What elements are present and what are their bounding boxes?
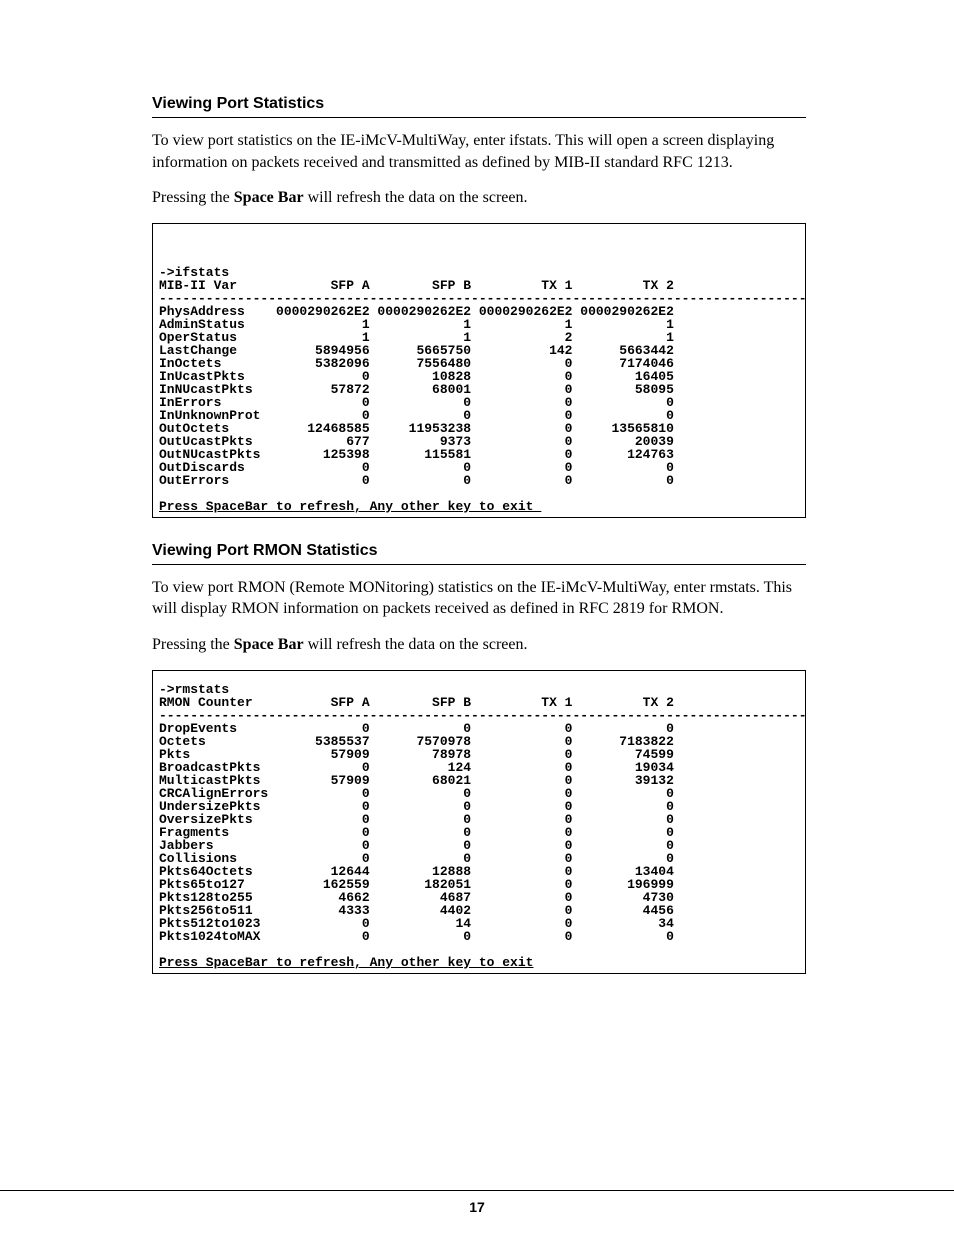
text: Pressing the	[152, 636, 234, 653]
section1-paragraph1: To view port statistics on the IE-iMcV-M…	[152, 130, 806, 173]
section1-paragraph2: Pressing the Space Bar will refresh the …	[152, 187, 806, 209]
terminal-ifstats: ->ifstats MIB-II Var SFP A SFP B TX 1 TX…	[152, 223, 806, 518]
section2-paragraph2: Pressing the Space Bar will refresh the …	[152, 634, 806, 656]
page: Viewing Port Statistics To view port sta…	[0, 0, 954, 1235]
terminal-footer: Press SpaceBar to refresh, Any other key…	[159, 955, 533, 970]
section-title-port-stats: Viewing Port Statistics	[152, 95, 806, 113]
text: Pressing the	[152, 189, 234, 206]
section-title-rmon-stats: Viewing Port RMON Statistics	[152, 542, 806, 560]
spacebar-bold: Space Bar	[234, 636, 304, 653]
terminal-rmstats: ->rmstats RMON Counter SFP A SFP B TX 1 …	[152, 670, 806, 974]
terminal-footer: Press SpaceBar to refresh, Any other key…	[159, 499, 541, 514]
section-rule	[152, 117, 806, 118]
page-footer: 17	[0, 1190, 954, 1215]
section-rule	[152, 564, 806, 565]
page-number: 17	[150, 1199, 804, 1215]
text: will refresh the data on the screen.	[304, 189, 528, 206]
spacebar-bold: Space Bar	[234, 189, 304, 206]
text: will refresh the data on the screen.	[304, 636, 528, 653]
section2-paragraph1: To view port RMON (Remote MONitoring) st…	[152, 577, 806, 620]
